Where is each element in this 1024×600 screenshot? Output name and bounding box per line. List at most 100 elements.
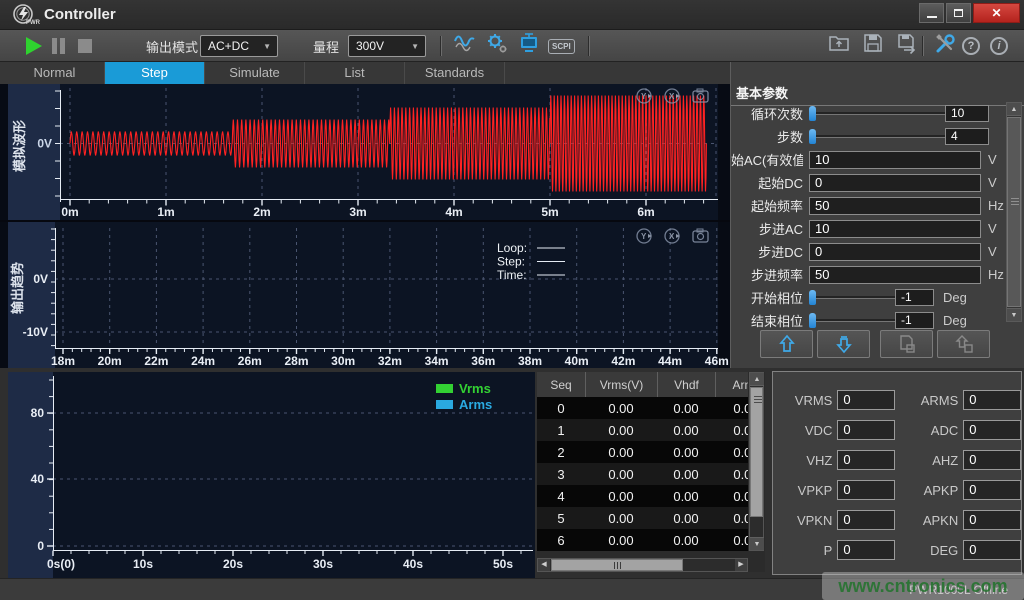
slider-value[interactable]: -1: [895, 289, 934, 306]
settings-button[interactable]: [484, 30, 510, 56]
column-header-seq[interactable]: Seq: [537, 372, 585, 397]
maximize-button[interactable]: [946, 3, 971, 23]
svg-text:50s: 50s: [493, 557, 513, 571]
main-toolbar: 输出模式 AC+DC▼ 量程 300V▼: [0, 30, 1024, 62]
meas-label-vhz: VHZ: [773, 453, 832, 468]
scrollbar-thumb[interactable]: [750, 387, 763, 517]
range-select[interactable]: 300V▼: [348, 35, 426, 57]
param-input[interactable]: 50: [809, 197, 981, 215]
param-slider[interactable]: 4: [809, 128, 989, 145]
table-row[interactable]: 60.000.000.00: [537, 529, 748, 551]
tab-normal[interactable]: Normal: [5, 62, 105, 84]
waveform-view-button[interactable]: [452, 30, 478, 56]
save-button[interactable]: [860, 30, 886, 56]
tab-simulate[interactable]: Simulate: [205, 62, 305, 84]
save-as-button[interactable]: [894, 30, 920, 56]
table-cell: 0.00: [657, 397, 715, 419]
svg-text:20m: 20m: [98, 354, 122, 368]
scroll-up-icon[interactable]: ▲: [1007, 103, 1021, 116]
slider-handle[interactable]: [809, 129, 816, 144]
slider-track[interactable]: [809, 296, 897, 299]
svg-text:Step:: Step:: [497, 255, 525, 269]
param-slider[interactable]: -1: [809, 289, 934, 306]
tab-standards[interactable]: Standards: [405, 62, 505, 84]
param-slider[interactable]: 10: [809, 105, 989, 122]
param-row-2: 始AC(有效值)10V: [731, 148, 1007, 171]
save-steps-file-button[interactable]: [880, 330, 933, 358]
slider-handle[interactable]: [809, 313, 816, 328]
param-slider[interactable]: -1: [809, 312, 934, 329]
about-button[interactable]: i: [990, 30, 1008, 62]
slider-track[interactable]: [809, 319, 897, 322]
close-button[interactable]: ✕: [973, 3, 1020, 23]
upload-steps-button[interactable]: [760, 330, 813, 358]
svg-text:22m: 22m: [144, 354, 168, 368]
slider-value[interactable]: -1: [895, 312, 934, 329]
help-button[interactable]: ?: [962, 30, 980, 62]
param-input[interactable]: 0: [809, 174, 981, 192]
meas-label-adc: ADC: [895, 423, 958, 438]
column-header-vhdf[interactable]: Vhdf: [657, 372, 715, 397]
svg-text:Loop:: Loop:: [497, 241, 527, 255]
scroll-left-icon[interactable]: ◀: [538, 559, 550, 571]
table-row[interactable]: 50.000.000.00: [537, 507, 748, 529]
pwr-logo-icon: PWR: [10, 3, 44, 27]
table-cell: 0: [537, 397, 585, 419]
run-button[interactable]: [26, 30, 42, 62]
open-file-button[interactable]: [826, 30, 852, 56]
table-vertical-scrollbar[interactable]: ▲ ▼: [749, 372, 764, 551]
param-row-7: 步进频率50Hz: [731, 263, 1007, 286]
table-horizontal-scrollbar[interactable]: ◀ ▶: [537, 558, 748, 572]
pause-button[interactable]: [52, 30, 65, 62]
table-row[interactable]: 20.000.000.00: [537, 441, 748, 463]
chart-area: 0V模拟波形0m1m2m3m4m5m6mYX 0V-10V输出趋势18m20m2…: [0, 84, 730, 368]
meas-label-vrms: VRMS: [773, 393, 832, 408]
measurements-panel: VRMS0ARMS0VDC0ADC0VHZ0AHZ0VPKP0APKP0VPKN…: [772, 371, 1022, 575]
slider-handle[interactable]: [809, 106, 816, 121]
scroll-down-icon[interactable]: ▼: [750, 537, 764, 550]
load-steps-file-button[interactable]: [937, 330, 990, 358]
params-scrollbar[interactable]: ▲ ▼: [1006, 102, 1022, 322]
slider-handle[interactable]: [809, 290, 816, 305]
download-steps-button[interactable]: [817, 330, 870, 358]
scrollbar-thumb[interactable]: [1007, 117, 1021, 307]
scroll-down-icon[interactable]: ▼: [1007, 308, 1021, 321]
svg-text:26m: 26m: [238, 354, 262, 368]
table-cell: 2: [537, 441, 585, 463]
mode-tabbar: NormalStepSimulateListStandards: [0, 62, 730, 84]
scrollbar-thumb[interactable]: [551, 559, 683, 571]
device-connect-button[interactable]: [516, 30, 542, 56]
svg-text:0s(0): 0s(0): [47, 557, 75, 571]
param-input[interactable]: 0: [809, 243, 981, 261]
param-input[interactable]: 10: [809, 220, 981, 238]
scroll-up-icon[interactable]: ▲: [750, 373, 764, 386]
table-cell: 0.00: [585, 463, 657, 485]
minimize-button[interactable]: [919, 3, 944, 23]
table-row[interactable]: 10.000.000.00: [537, 419, 748, 441]
title-bar: PWR Controller ✕: [0, 0, 1024, 30]
tab-list[interactable]: List: [305, 62, 405, 84]
meas-label-vpkn: VPKN: [773, 513, 832, 528]
output-mode-select[interactable]: AC+DC▼: [200, 35, 278, 57]
table-row[interactable]: 40.000.000.00: [537, 485, 748, 507]
table-row[interactable]: 00.000.000.00: [537, 397, 748, 419]
column-header-arms[interactable]: Arms: [715, 372, 748, 397]
param-input[interactable]: 10: [809, 151, 981, 169]
slider-value[interactable]: 4: [945, 128, 989, 145]
tab-step[interactable]: Step: [105, 62, 205, 84]
column-header-vrms(v)[interactable]: Vrms(V): [585, 372, 657, 397]
param-input[interactable]: 50: [809, 266, 981, 284]
tools-button[interactable]: [932, 30, 958, 56]
meas-label-ahz: AHZ: [895, 453, 958, 468]
scroll-right-icon[interactable]: ▶: [735, 559, 747, 571]
measurement-row: VPKN0APKN0: [773, 505, 1021, 535]
table-cell: 0.00: [657, 463, 715, 485]
meas-label-apkp: APKP: [895, 483, 958, 498]
scpi-button[interactable]: SCPI: [548, 30, 575, 62]
slider-value[interactable]: 10: [945, 105, 989, 122]
chevron-down-icon: ▼: [263, 42, 271, 51]
param-unit: V: [988, 221, 997, 236]
svg-text:0V: 0V: [37, 137, 52, 151]
table-row[interactable]: 30.000.000.00: [537, 463, 748, 485]
stop-button[interactable]: [78, 30, 92, 62]
